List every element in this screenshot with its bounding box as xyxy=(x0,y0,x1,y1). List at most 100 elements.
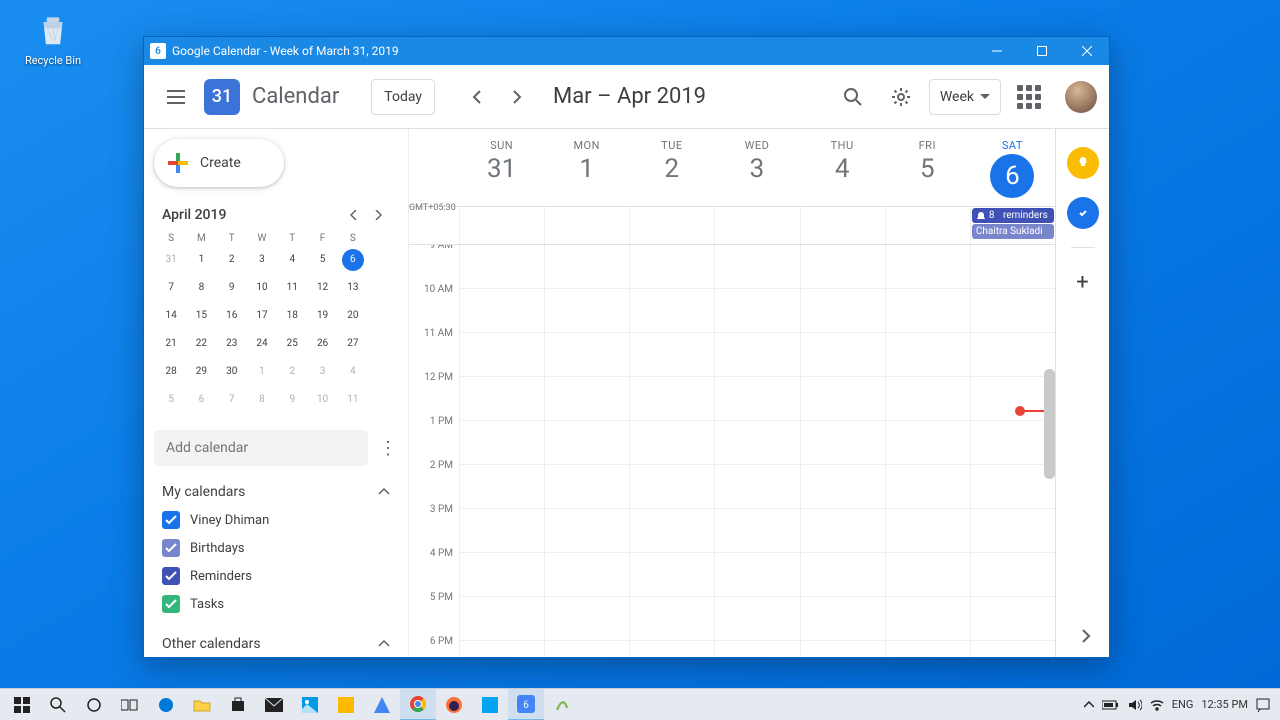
today-button[interactable]: Today xyxy=(371,79,435,115)
mini-day-cell[interactable]: 5 xyxy=(307,248,337,272)
scrollbar-thumb[interactable] xyxy=(1044,369,1055,479)
mini-day-cell[interactable]: 9 xyxy=(217,276,247,300)
calendar-checkbox[interactable] xyxy=(162,539,180,557)
prev-week-button[interactable] xyxy=(461,81,493,113)
tray-overflow-button[interactable] xyxy=(1084,701,1094,709)
taskbar-app-store[interactable] xyxy=(220,689,256,720)
mini-day-cell[interactable]: 23 xyxy=(217,332,247,356)
allday-cell[interactable] xyxy=(885,207,970,244)
window-close-button[interactable] xyxy=(1064,37,1109,65)
mini-day-cell[interactable]: 10 xyxy=(247,276,277,300)
window-minimize-button[interactable] xyxy=(974,37,1019,65)
mini-day-cell[interactable]: 1 xyxy=(186,248,216,272)
day-column[interactable] xyxy=(544,245,629,657)
mini-day-cell[interactable]: 4 xyxy=(338,360,368,384)
day-number[interactable]: 6 xyxy=(990,154,1034,198)
mini-day-cell[interactable]: 31 xyxy=(156,248,186,272)
mini-day-cell[interactable]: 16 xyxy=(217,304,247,328)
mini-calendar-grid[interactable]: SMTWTFS311234567891011121314151617181920… xyxy=(156,233,368,412)
taskbar-app-explorer[interactable] xyxy=(184,689,220,720)
tray-notifications-button[interactable] xyxy=(1256,698,1270,712)
day-number[interactable]: 4 xyxy=(800,154,885,184)
mini-day-cell[interactable]: 21 xyxy=(156,332,186,356)
calendar-list-item[interactable]: Tasks xyxy=(154,590,408,618)
mini-day-cell[interactable]: 9 xyxy=(277,388,307,412)
taskbar-app-photos[interactable] xyxy=(292,689,328,720)
task-view-button[interactable] xyxy=(112,689,148,720)
allday-row[interactable]: GMT+05:30 8 reminders Chaitra Sukladi xyxy=(409,207,1055,245)
mini-prev-button[interactable] xyxy=(342,203,366,227)
mini-day-cell[interactable]: 30 xyxy=(217,360,247,384)
mini-day-cell[interactable]: 13 xyxy=(338,276,368,300)
add-calendar-input[interactable] xyxy=(154,430,368,466)
calendar-list-item[interactable]: Birthdays xyxy=(154,534,408,562)
mini-next-button[interactable] xyxy=(366,203,390,227)
day-number[interactable]: 2 xyxy=(629,154,714,184)
mini-day-cell[interactable]: 14 xyxy=(156,304,186,328)
google-apps-button[interactable] xyxy=(1009,77,1049,117)
tray-clock[interactable]: 12:35 PM xyxy=(1201,699,1248,711)
mini-day-cell[interactable]: 5 xyxy=(156,388,186,412)
mini-day-cell[interactable]: 11 xyxy=(277,276,307,300)
day-column[interactable] xyxy=(714,245,799,657)
grid-columns[interactable] xyxy=(459,245,1055,657)
mini-day-cell[interactable]: 11 xyxy=(338,388,368,412)
cortana-button[interactable] xyxy=(76,689,112,720)
mini-day-cell[interactable]: 20 xyxy=(338,304,368,328)
mini-day-cell[interactable]: 6 xyxy=(186,388,216,412)
holiday-chip[interactable]: Chaitra Sukladi xyxy=(972,224,1054,239)
mini-day-cell[interactable]: 8 xyxy=(247,388,277,412)
day-number[interactable]: 1 xyxy=(544,154,629,184)
taskbar-app-generic-2[interactable] xyxy=(364,689,400,720)
keep-button[interactable] xyxy=(1067,147,1099,179)
time-grid[interactable]: 9 AM10 AM11 AM12 PM1 PM2 PM3 PM4 PM5 PM6… xyxy=(409,245,1055,657)
tray-language-indicator[interactable]: ENG xyxy=(1172,698,1194,711)
side-panel-toggle[interactable] xyxy=(1081,629,1091,643)
taskbar-app-chrome[interactable] xyxy=(400,689,436,720)
taskbar-app-generic-4[interactable] xyxy=(544,689,580,720)
create-event-button[interactable]: Create xyxy=(154,139,284,187)
tray-network-icon[interactable] xyxy=(1150,699,1164,711)
mini-day-cell[interactable]: 19 xyxy=(307,304,337,328)
tray-battery-icon[interactable] xyxy=(1102,700,1120,710)
mini-day-cell[interactable]: 18 xyxy=(277,304,307,328)
allday-cell[interactable]: 8 reminders Chaitra Sukladi xyxy=(970,207,1055,244)
day-column[interactable] xyxy=(459,245,544,657)
tasks-button[interactable] xyxy=(1067,197,1099,229)
mini-day-cell[interactable]: 12 xyxy=(307,276,337,300)
view-switcher[interactable]: Week xyxy=(929,79,1001,115)
taskbar-app-mail[interactable] xyxy=(256,689,292,720)
search-button[interactable] xyxy=(833,77,873,117)
day-header[interactable]: TUE2 xyxy=(629,129,714,206)
day-number[interactable]: 5 xyxy=(885,154,970,184)
window-titlebar[interactable]: 6 Google Calendar - Week of March 31, 20… xyxy=(144,37,1109,65)
allday-cell[interactable] xyxy=(714,207,799,244)
day-column[interactable] xyxy=(629,245,714,657)
other-calendars-section-header[interactable]: Other calendars xyxy=(154,618,408,657)
mini-day-cell[interactable]: 28 xyxy=(156,360,186,384)
mini-day-cell[interactable]: 4 xyxy=(277,248,307,272)
start-button[interactable] xyxy=(4,689,40,720)
mini-day-cell[interactable]: 15 xyxy=(186,304,216,328)
mini-day-cell[interactable]: 10 xyxy=(307,388,337,412)
day-header[interactable]: WED3 xyxy=(714,129,799,206)
mini-day-cell[interactable]: 25 xyxy=(277,332,307,356)
day-column[interactable] xyxy=(800,245,885,657)
day-header[interactable]: FRI5 xyxy=(885,129,970,206)
day-header[interactable]: SAT6 xyxy=(970,129,1055,206)
my-calendars-section-header[interactable]: My calendars xyxy=(154,466,408,506)
taskbar-app-generic-1[interactable] xyxy=(328,689,364,720)
allday-cell[interactable] xyxy=(800,207,885,244)
mini-day-cell[interactable]: 8 xyxy=(186,276,216,300)
mini-day-cell[interactable]: 7 xyxy=(156,276,186,300)
mini-day-cell[interactable]: 24 xyxy=(247,332,277,356)
next-week-button[interactable] xyxy=(501,81,533,113)
mini-day-cell[interactable]: 17 xyxy=(247,304,277,328)
calendar-list-item[interactable]: Reminders xyxy=(154,562,408,590)
allday-cell[interactable] xyxy=(629,207,714,244)
mini-day-cell[interactable]: 6 xyxy=(338,248,368,272)
calendar-checkbox[interactable] xyxy=(162,595,180,613)
mini-day-cell[interactable]: 1 xyxy=(247,360,277,384)
calendar-list-item[interactable]: Viney Dhiman xyxy=(154,506,408,534)
taskbar-search-button[interactable] xyxy=(40,689,76,720)
